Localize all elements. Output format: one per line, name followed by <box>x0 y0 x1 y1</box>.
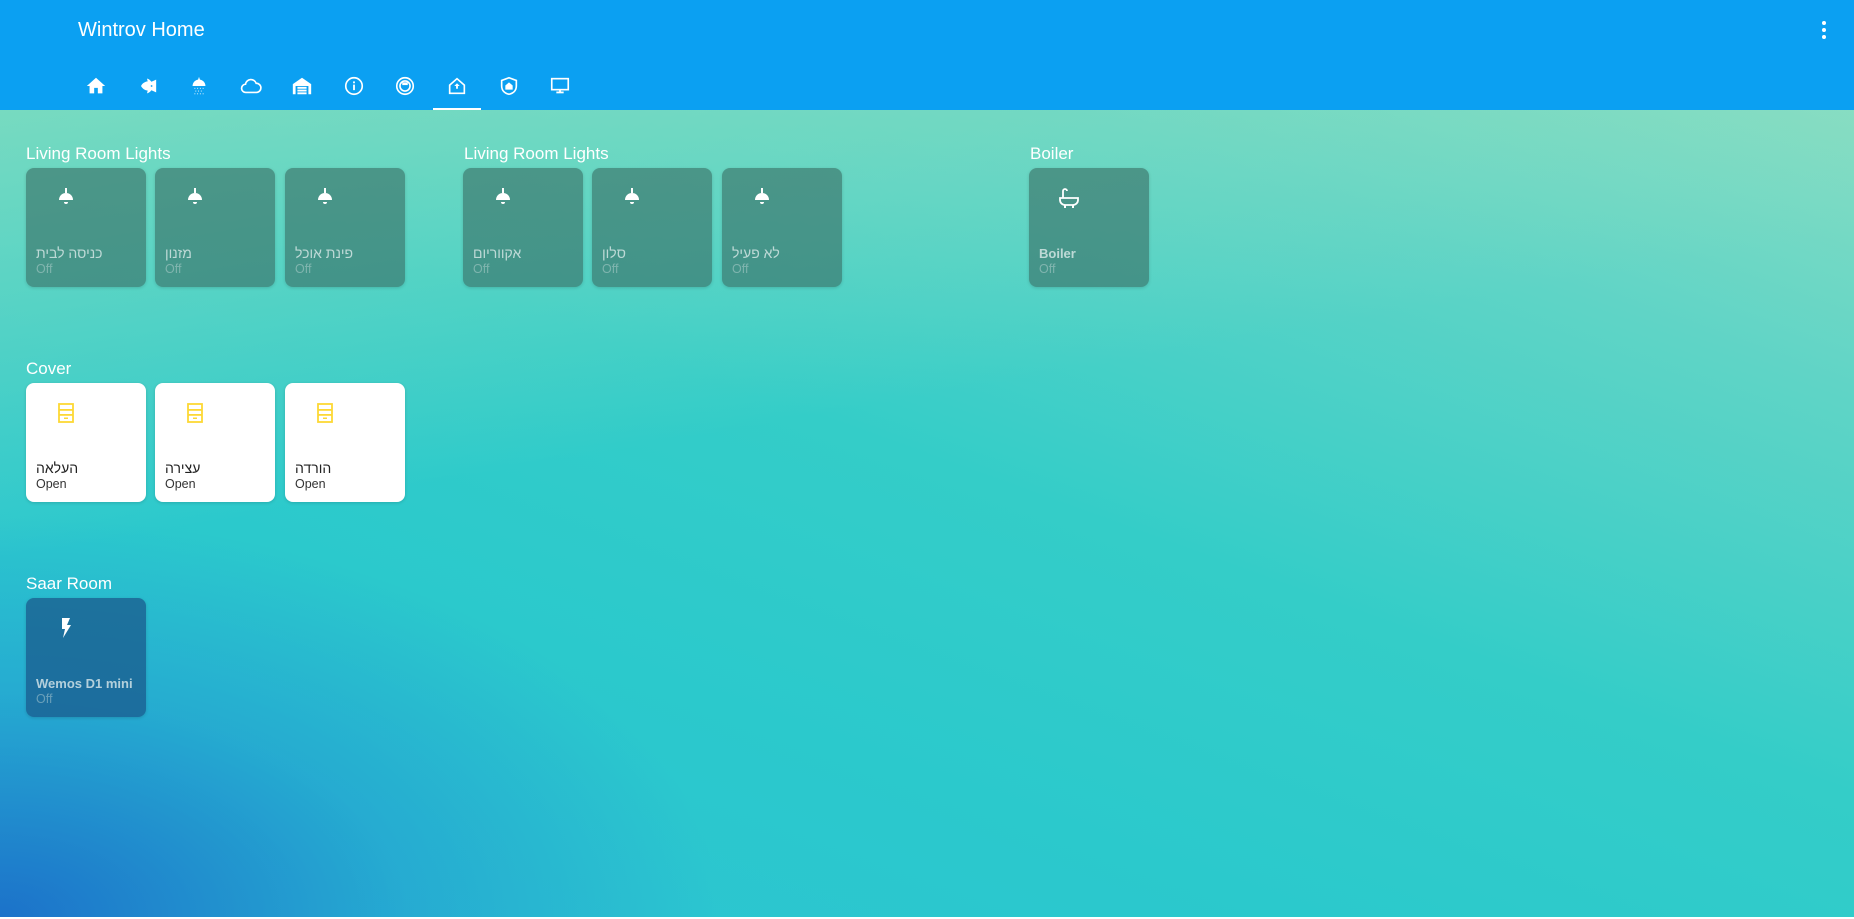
tab-vacuum[interactable] <box>380 68 432 110</box>
light-name: אקווריום <box>473 245 522 261</box>
flash-icon <box>62 618 71 638</box>
robot-vacuum-icon <box>396 76 415 96</box>
tab-monitor[interactable] <box>534 68 586 110</box>
light-state: Off <box>473 262 490 276</box>
home-floor-icon <box>448 77 466 95</box>
cover-state: Open <box>36 477 67 491</box>
ceiling-light-icon <box>318 188 332 204</box>
boiler-state: Off <box>1039 262 1056 276</box>
switch-name: Wemos D1 mini <box>36 676 133 691</box>
info-icon <box>344 76 363 96</box>
cover-state: Open <box>165 477 196 491</box>
background-overlay <box>0 0 1854 917</box>
tab-weather[interactable] <box>225 68 277 110</box>
light-name: לא פעיל <box>732 245 780 261</box>
tab-garage[interactable] <box>276 68 328 110</box>
ceiling-light-icon <box>625 188 639 204</box>
tab-home-floor[interactable] <box>431 68 483 110</box>
light-name: כניסה לבית <box>36 245 103 261</box>
ceiling-light-icon <box>59 188 73 204</box>
bathtub-icon <box>1059 188 1079 208</box>
light-name: פינת אוכל <box>295 245 354 261</box>
section-title-boiler: Boiler <box>1030 144 1074 163</box>
cover-name: העלאה <box>36 460 79 476</box>
dot-icon <box>1822 35 1826 39</box>
section-title-living-room-lights: Living Room Lights <box>464 144 609 163</box>
cover-card[interactable]: העלאה Open <box>26 383 146 502</box>
app-title: Wintrov Home <box>78 19 205 41</box>
light-state: Off <box>36 262 53 276</box>
garage-icon <box>293 77 312 95</box>
cover-card[interactable]: הורדה Open <box>285 383 405 502</box>
tab-security[interactable] <box>483 68 535 110</box>
switch-card[interactable]: Wemos D1 mini Off <box>26 598 146 717</box>
fish-icon <box>141 78 157 94</box>
light-name: סלון <box>602 245 626 261</box>
light-card[interactable]: מזנון Off <box>155 168 275 287</box>
light-card[interactable]: אקווריום Off <box>463 168 583 287</box>
light-state: Off <box>602 262 619 276</box>
cover-card[interactable]: עצירה Open <box>155 383 275 502</box>
light-state: Off <box>165 262 182 276</box>
tab-info[interactable] <box>328 68 380 110</box>
app-header: Wintrov Home <box>0 0 1854 110</box>
light-card[interactable]: לא פעיל Off <box>722 168 842 287</box>
view-tabs <box>70 68 586 110</box>
light-card[interactable]: סלון Off <box>592 168 712 287</box>
home-shield-icon <box>500 76 517 96</box>
cloud-icon <box>240 78 262 94</box>
light-card[interactable]: פינת אוכל Off <box>285 168 405 287</box>
tab-home[interactable] <box>70 68 122 110</box>
cover-state: Open <box>295 477 326 491</box>
boiler-name: Boiler <box>1039 246 1076 261</box>
light-state: Off <box>732 262 749 276</box>
ceiling-light-icon <box>755 188 769 204</box>
window-shutter-icon <box>187 403 203 423</box>
window-shutter-icon <box>58 403 74 423</box>
tab-shower[interactable] <box>173 68 225 110</box>
cover-name: הורדה <box>295 460 332 476</box>
cover-name: עצירה <box>165 460 201 476</box>
shower-icon <box>192 76 206 95</box>
ceiling-light-icon <box>188 188 202 204</box>
light-card[interactable]: כניסה לבית Off <box>26 168 146 287</box>
tab-fish[interactable] <box>122 68 174 110</box>
monitor-icon <box>551 77 570 94</box>
light-state: Off <box>295 262 312 276</box>
light-name: מזנון <box>165 245 192 261</box>
switch-state: Off <box>36 692 53 706</box>
home-icon <box>86 77 105 94</box>
section-title-saar-room: Saar Room <box>26 574 112 593</box>
overflow-menu-button[interactable] <box>1818 18 1830 42</box>
section-title-cover: Cover <box>26 359 72 378</box>
dot-icon <box>1822 21 1826 25</box>
dot-icon <box>1822 28 1826 32</box>
window-shutter-icon <box>317 403 333 423</box>
boiler-card[interactable]: Boiler Off <box>1029 168 1149 287</box>
section-title-living-room-lights: Living Room Lights <box>26 144 171 163</box>
ceiling-light-icon <box>496 188 510 204</box>
